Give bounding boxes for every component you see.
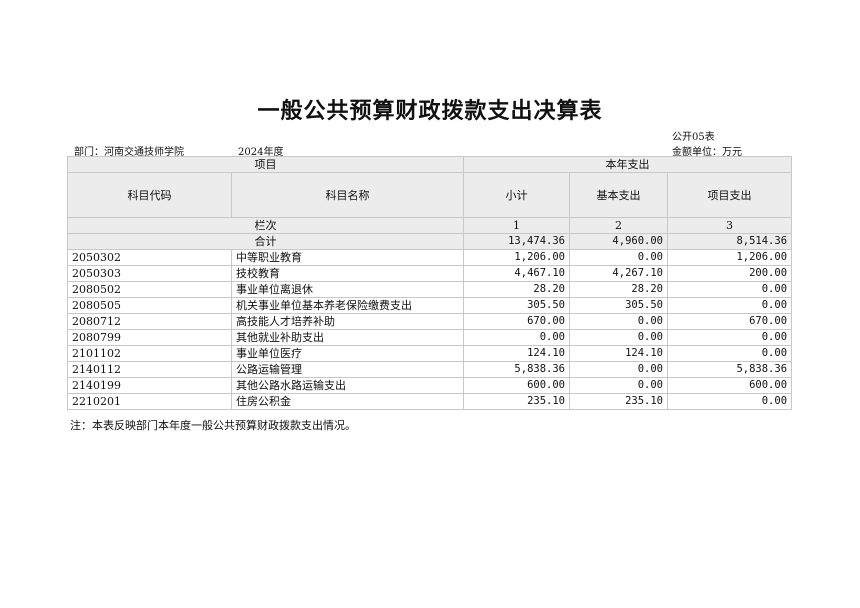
table-row: 2210201 住房公积金 235.10 235.10 0.00	[67, 393, 793, 410]
total-row: 合计 13,474.36 4,960.00 8,514.36	[67, 233, 793, 250]
project-value: 200.00	[666, 265, 793, 282]
header-project: 项目	[67, 156, 464, 173]
footnote: 注：本表反映部门本年度一般公共预算财政拨款支出情况。	[70, 419, 356, 432]
project-value: 0.00	[666, 297, 793, 314]
header-code: 科目代码	[67, 172, 232, 218]
form-number: 公开05表	[672, 132, 715, 143]
basic-value: 124.10	[569, 345, 668, 362]
total-basic: 4,960.00	[569, 233, 668, 250]
report-title: 一般公共预算财政拨款支出决算表	[257, 98, 603, 124]
subject-name: 事业单位离退休	[231, 281, 464, 298]
header-column-index: 栏次	[67, 217, 464, 234]
subtotal-value: 670.00	[463, 313, 570, 330]
basic-value: 0.00	[569, 377, 668, 394]
table-row: 2080799 其他就业补助支出 0.00 0.00 0.00	[67, 329, 793, 346]
header-subtotal: 小计	[463, 172, 570, 218]
subject-code: 2080712	[67, 313, 232, 330]
subject-code: 2140112	[67, 361, 232, 378]
subject-name: 中等职业教育	[231, 249, 464, 266]
expenditure-table: 项目 本年支出 科目代码 科目名称 小计 基本支出 项目支出 栏次 1 2 3 …	[67, 156, 793, 410]
project-value: 5,838.36	[666, 361, 793, 378]
project-value: 0.00	[666, 393, 793, 410]
project-value: 0.00	[666, 329, 793, 346]
basic-value: 0.00	[569, 361, 668, 378]
subject-code: 2080502	[67, 281, 232, 298]
subject-name: 住房公积金	[231, 393, 464, 410]
table-row: 2080712 高技能人才培养补助 670.00 0.00 670.00	[67, 313, 793, 330]
subject-name: 事业单位医疗	[231, 345, 464, 362]
subject-name: 技校教育	[231, 265, 464, 282]
subject-name: 其他公路水路运输支出	[231, 377, 464, 394]
column-index-2: 2	[569, 217, 668, 234]
header-name: 科目名称	[231, 172, 464, 218]
table-row: 2140112 公路运输管理 5,838.36 0.00 5,838.36	[67, 361, 793, 378]
subject-code: 2140199	[67, 377, 232, 394]
basic-value: 0.00	[569, 329, 668, 346]
table-row: 2050303 技校教育 4,467.10 4,267.10 200.00	[67, 265, 793, 282]
table-row: 2140199 其他公路水路运输支出 600.00 0.00 600.00	[67, 377, 793, 394]
basic-value: 0.00	[569, 313, 668, 330]
subtotal-value: 28.20	[463, 281, 570, 298]
header-current-year: 本年支出	[462, 156, 793, 173]
subject-name: 其他就业补助支出	[231, 329, 464, 346]
basic-value: 305.50	[569, 297, 668, 314]
subject-name: 高技能人才培养补助	[231, 313, 464, 330]
subtotal-value: 305.50	[463, 297, 570, 314]
subtotal-value: 235.10	[463, 393, 570, 410]
subject-name: 公路运输管理	[231, 361, 464, 378]
subject-code: 2210201	[67, 393, 232, 410]
table-row: 2101102 事业单位医疗 124.10 124.10 0.00	[67, 345, 793, 362]
project-value: 600.00	[666, 377, 793, 394]
subject-code: 2101102	[67, 345, 232, 362]
subtotal-value: 124.10	[463, 345, 570, 362]
subject-code: 2050302	[67, 249, 232, 266]
subject-name: 机关事业单位基本养老保险缴费支出	[231, 297, 464, 314]
subtotal-value: 1,206.00	[463, 249, 570, 266]
subtotal-value: 0.00	[463, 329, 570, 346]
basic-value: 28.20	[569, 281, 668, 298]
subtotal-value: 600.00	[463, 377, 570, 394]
header-project-expenditure: 项目支出	[666, 172, 793, 218]
basic-value: 0.00	[569, 249, 668, 266]
table-row: 2080502 事业单位离退休 28.20 28.20 0.00	[67, 281, 793, 298]
subtotal-value: 4,467.10	[463, 265, 570, 282]
project-value: 0.00	[666, 345, 793, 362]
column-index-1: 1	[463, 217, 570, 234]
column-index-3: 3	[666, 217, 793, 234]
table-row: 2050302 中等职业教育 1,206.00 0.00 1,206.00	[67, 249, 793, 266]
subtotal-value: 5,838.36	[463, 361, 570, 378]
table-row: 2080505 机关事业单位基本养老保险缴费支出 305.50 305.50 0…	[67, 297, 793, 314]
subject-code: 2080799	[67, 329, 232, 346]
header-basic: 基本支出	[569, 172, 668, 218]
project-value: 0.00	[666, 281, 793, 298]
total-subtotal: 13,474.36	[463, 233, 570, 250]
subject-code: 2080505	[67, 297, 232, 314]
basic-value: 4,267.10	[569, 265, 668, 282]
total-project: 8,514.36	[666, 233, 793, 250]
project-value: 670.00	[666, 313, 793, 330]
project-value: 1,206.00	[666, 249, 793, 266]
basic-value: 235.10	[569, 393, 668, 410]
subject-code: 2050303	[67, 265, 232, 282]
total-label: 合计	[67, 233, 464, 250]
